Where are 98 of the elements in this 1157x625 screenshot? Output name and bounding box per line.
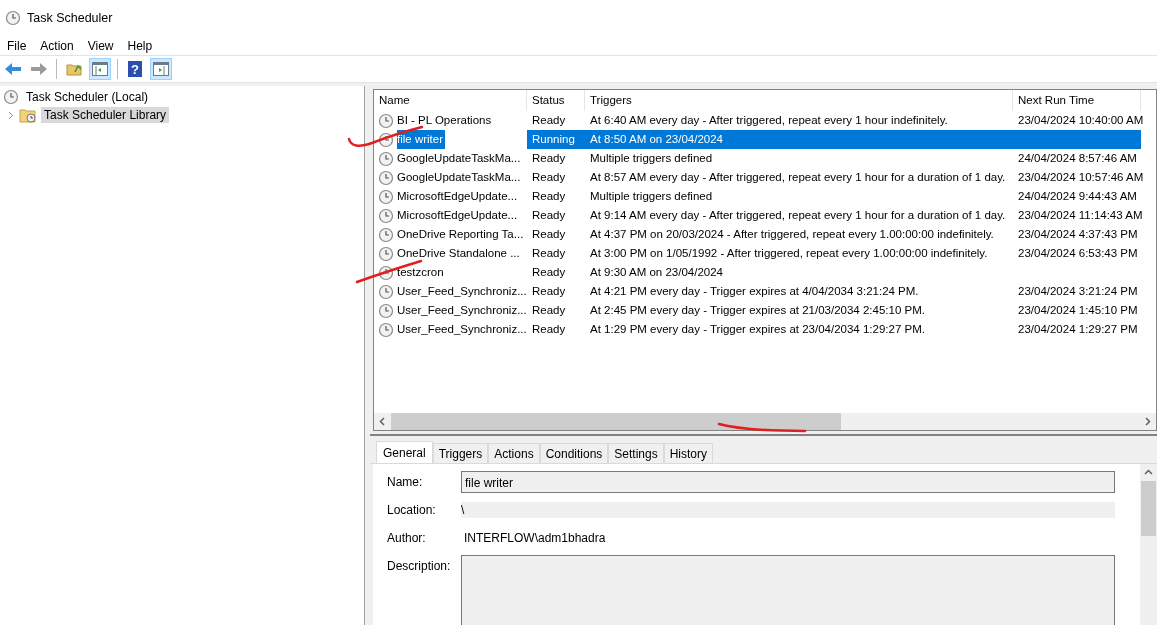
task-name[interactable]: file writer: [397, 130, 445, 149]
column-header[interactable]: Status: [527, 90, 585, 111]
scrollbar-thumb[interactable]: [391, 413, 841, 430]
tree-item[interactable]: Task Scheduler (Local): [23, 89, 152, 105]
task-status: Ready: [531, 322, 567, 337]
task-name[interactable]: testzcron: [397, 263, 446, 282]
field-label: Location:: [387, 502, 437, 519]
location-field: \: [461, 502, 1115, 518]
task-clock-icon: [378, 302, 394, 319]
task-next-run-time: 23/04/2024 10:57:46 AM: [1017, 170, 1141, 185]
column-header[interactable]: Triggers: [585, 90, 1013, 111]
task-status: Ready: [531, 113, 567, 128]
task-next-run-time: 23/04/2024 11:14:43 AM: [1017, 208, 1141, 223]
menu-item[interactable]: View: [80, 38, 121, 53]
task-triggers: At 3:00 PM on 1/05/1992 - After triggered, repeat every 1.00:00:00 indefinitely.: [589, 246, 989, 261]
task-triggers: At 9:14 AM every day - After triggered, repeat every 1 hour for a duration of 1 day.: [589, 208, 1007, 223]
tree-item[interactable]: Task Scheduler Library: [41, 107, 170, 123]
tab[interactable]: Conditions: [539, 443, 609, 463]
task-name[interactable]: User_Feed_Synchroniz...: [397, 282, 529, 301]
task-status: Ready: [531, 189, 567, 204]
tab[interactable]: Triggers: [432, 443, 489, 463]
menu-item[interactable]: Help: [120, 38, 160, 53]
task-triggers: Multiple triggers defined: [589, 189, 714, 204]
task-triggers: At 2:45 PM every day - Trigger expires at 21/03/2034 2:45:10 PM.: [589, 303, 926, 318]
task-status: Ready: [531, 246, 567, 261]
task-status: Ready: [531, 170, 567, 185]
field-label: Author:: [387, 530, 427, 547]
task-name[interactable]: MicrosoftEdgeUpdate...: [397, 206, 520, 225]
task-next-run-time: 24/04/2024 9:44:43 AM: [1017, 189, 1138, 204]
task-clock-icon: [378, 112, 394, 129]
task-clock-icon: [378, 150, 394, 167]
folder-icon: [66, 62, 82, 76]
task-clock-icon: [378, 321, 394, 338]
forward-arrow-icon: [30, 62, 48, 76]
task-name[interactable]: MicrosoftEdgeUpdate...: [397, 187, 520, 206]
name-field[interactable]: file writer: [461, 471, 1115, 493]
task-name[interactable]: OneDrive Reporting Ta...: [397, 225, 526, 244]
task-name[interactable]: GoogleUpdateTaskMa...: [397, 149, 523, 168]
menu-item[interactable]: Action: [33, 38, 81, 53]
pane-icon: [92, 62, 108, 76]
window-title: Task Scheduler: [27, 11, 113, 25]
tab[interactable]: Actions: [488, 443, 540, 463]
task-status: Running: [527, 130, 585, 149]
task-next-run-time: 24/04/2024 8:57:46 AM: [1017, 151, 1138, 166]
task-next-run-time: 23/04/2024 10:40:00 AM: [1017, 113, 1141, 128]
task-triggers: At 1:29 PM every day - Trigger expires at 23/04/2034 1:29:27 PM.: [589, 322, 926, 337]
task-triggers: At 6:40 AM every day - After triggered, repeat every 1 hour indefinitely.: [589, 113, 949, 128]
column-header[interactable]: Name: [374, 90, 527, 111]
tab[interactable]: History: [663, 443, 714, 463]
app-clock-icon: [5, 10, 21, 26]
scroll-right-icon[interactable]: [1144, 417, 1151, 426]
task-clock-icon: [378, 169, 394, 186]
task-next-run-time: 23/04/2024 6:53:43 PM: [1017, 246, 1139, 261]
task-next-run-time: 23/04/2024 1:45:10 PM: [1017, 303, 1139, 318]
pane-icon: [153, 62, 169, 76]
task-clock-icon: [378, 207, 394, 224]
scrollbar-thumb[interactable]: [1141, 481, 1156, 536]
tab[interactable]: General: [376, 441, 433, 463]
task-name[interactable]: BI - PL Operations: [397, 111, 494, 130]
task-status: Ready: [531, 151, 567, 166]
task-name[interactable]: User_Feed_Synchroniz...: [397, 320, 529, 339]
task-triggers: At 4:37 PM on 20/03/2024 - After triggered, repeat every 1.00:00:00 indefinitely.: [589, 227, 995, 242]
task-clock-icon: [378, 188, 394, 205]
task-status: Ready: [531, 265, 567, 280]
folder-clock-icon: [19, 107, 37, 123]
task-name[interactable]: OneDrive Standalone ...: [397, 244, 522, 263]
task-name[interactable]: GoogleUpdateTaskMa...: [397, 168, 523, 187]
task-triggers: Multiple triggers defined: [589, 151, 714, 166]
task-clock-icon: [378, 245, 394, 262]
task-clock-icon: [378, 283, 394, 300]
chevron-icon[interactable]: [6, 110, 15, 120]
task-triggers: At 8:57 AM every day - After triggered, repeat every 1 hour for a duration of 1 day.: [589, 170, 1007, 185]
tab[interactable]: Settings: [608, 443, 664, 463]
task-triggers: At 9:30 AM on 23/04/2024: [589, 265, 724, 280]
back-arrow-icon: [4, 62, 22, 76]
field-label: Name:: [387, 474, 424, 491]
menu-item[interactable]: File: [0, 38, 34, 53]
task-clock-icon: [378, 226, 394, 243]
task-triggers: At 4:21 PM every day - Trigger expires at 4/04/2034 3:21:24 PM.: [589, 284, 920, 299]
help-glyph: ?: [131, 62, 139, 77]
task-next-run-time: 23/04/2024 4:37:43 PM: [1017, 227, 1139, 242]
task-triggers: At 8:50 AM on 23/04/2024: [585, 130, 1013, 149]
toolbar-button[interactable]: [150, 58, 172, 80]
task-status: Ready: [531, 227, 567, 242]
field-label: Description:: [387, 558, 452, 575]
scroll-up-icon[interactable]: [1144, 469, 1153, 476]
author-value: INTERFLOW\adm1bhadra: [463, 530, 607, 547]
task-status: Ready: [531, 208, 567, 223]
toolbar-button[interactable]: [89, 58, 111, 80]
task-name[interactable]: User_Feed_Synchroniz...: [397, 301, 529, 320]
task-next-run-time: 23/04/2024 3:21:24 PM: [1017, 284, 1139, 299]
clock-icon: [3, 89, 19, 105]
toolbar-button[interactable]: ?: [124, 58, 146, 80]
scroll-left-icon[interactable]: [379, 417, 386, 426]
task-status: Ready: [531, 284, 567, 299]
column-header[interactable]: Next Run Time: [1013, 90, 1141, 111]
task-status: Ready: [531, 303, 567, 318]
task-next-run-time: 23/04/2024 1:29:27 PM: [1017, 322, 1139, 337]
